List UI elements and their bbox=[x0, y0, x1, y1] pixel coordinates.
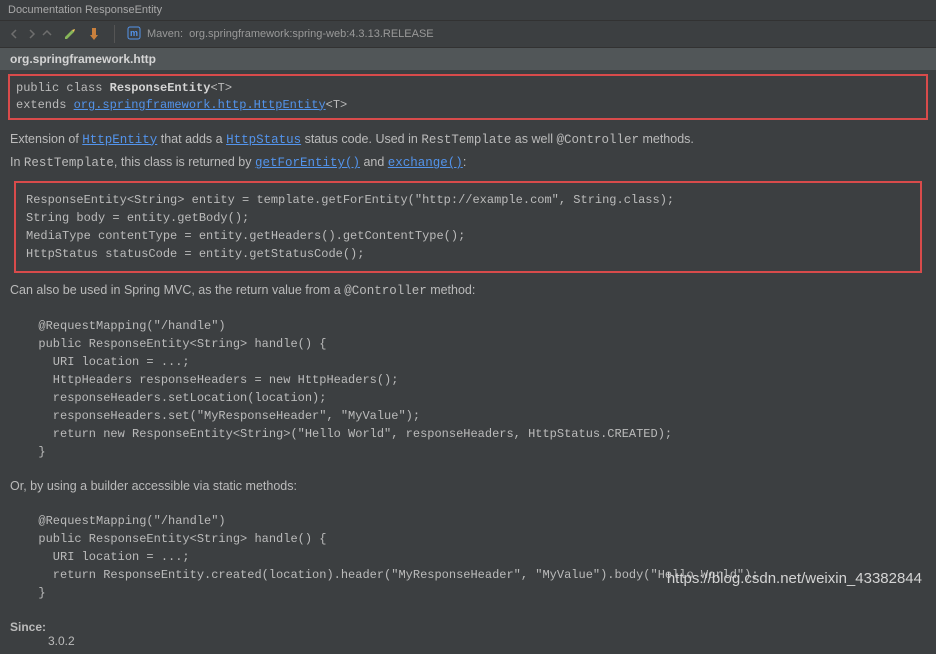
nav-arrows bbox=[8, 27, 54, 41]
toolbar-divider bbox=[114, 25, 115, 43]
exchange-link[interactable]: exchange() bbox=[388, 156, 463, 170]
nav-back-icon[interactable] bbox=[8, 27, 22, 41]
extends-kw: extends bbox=[16, 98, 74, 112]
since-value: 3.0.2 bbox=[0, 634, 936, 654]
watermark: https://blog.csdn.net/weixin_43382844 bbox=[667, 570, 922, 587]
getforentity-link[interactable]: getForEntity() bbox=[255, 156, 360, 170]
package-name: org.springframework.http bbox=[10, 52, 156, 66]
package-header: org.springframework.http bbox=[0, 48, 936, 70]
class-name: ResponseEntity bbox=[110, 81, 211, 95]
resttemplate-code: RestTemplate bbox=[24, 156, 114, 170]
generic: <T> bbox=[210, 81, 232, 95]
doc-content: public class ResponseEntity<T> extends o… bbox=[0, 74, 936, 654]
title-bar: Documentation ResponseEntity bbox=[0, 0, 936, 21]
toolbar: m Maven: org.springframework:spring-web:… bbox=[0, 21, 936, 48]
text: Can also be used in Spring MVC, as the r… bbox=[10, 283, 344, 297]
since-label: Since: bbox=[0, 616, 936, 634]
maven-icon: m bbox=[127, 26, 141, 43]
text: that adds a bbox=[157, 132, 226, 146]
code-sample-2: @RequestMapping("/handle") public Respon… bbox=[14, 309, 922, 469]
text: as well bbox=[511, 132, 556, 146]
text: methods. bbox=[639, 132, 694, 146]
paragraph-2: In RestTemplate, this class is returned … bbox=[0, 151, 936, 175]
text: and bbox=[360, 155, 388, 169]
code-sample-1: ResponseEntity<String> entity = template… bbox=[14, 181, 922, 273]
nav-forward-icon[interactable] bbox=[24, 27, 38, 41]
text: : bbox=[463, 155, 466, 169]
window-title: Documentation ResponseEntity bbox=[8, 4, 162, 16]
controller-code: @Controller bbox=[344, 284, 427, 298]
super-generic: <T> bbox=[326, 98, 348, 112]
text: , this class is returned by bbox=[114, 155, 255, 169]
module-label: m Maven: org.springframework:spring-web:… bbox=[127, 26, 434, 43]
modifiers: public class bbox=[16, 81, 110, 95]
superclass-link[interactable]: org.springframework.http.HttpEntity bbox=[74, 98, 326, 112]
paragraph-1: Extension of HttpEntity that adds a Http… bbox=[0, 128, 936, 152]
paragraph-4: Or, by using a builder accessible via st… bbox=[0, 475, 936, 498]
svg-text:m: m bbox=[130, 28, 138, 38]
resttemplate-code: RestTemplate bbox=[421, 133, 511, 147]
module-prefix: Maven: bbox=[147, 28, 183, 40]
httpstatus-link[interactable]: HttpStatus bbox=[226, 133, 301, 147]
text: method: bbox=[427, 283, 476, 297]
text: Extension of bbox=[10, 132, 82, 146]
controller-code: @Controller bbox=[556, 133, 639, 147]
pin-icon[interactable] bbox=[86, 26, 102, 42]
edit-source-icon[interactable] bbox=[62, 26, 78, 42]
text: In bbox=[10, 155, 24, 169]
module-name: org.springframework:spring-web:4.3.13.RE… bbox=[189, 28, 434, 40]
httpentity-link[interactable]: HttpEntity bbox=[82, 133, 157, 147]
signature-block: public class ResponseEntity<T> extends o… bbox=[8, 74, 928, 120]
nav-up-icon[interactable] bbox=[40, 27, 54, 41]
paragraph-3: Can also be used in Spring MVC, as the r… bbox=[0, 279, 936, 303]
text: status code. Used in bbox=[301, 132, 421, 146]
code-sample-3: @RequestMapping("/handle") public Respon… bbox=[14, 504, 922, 610]
